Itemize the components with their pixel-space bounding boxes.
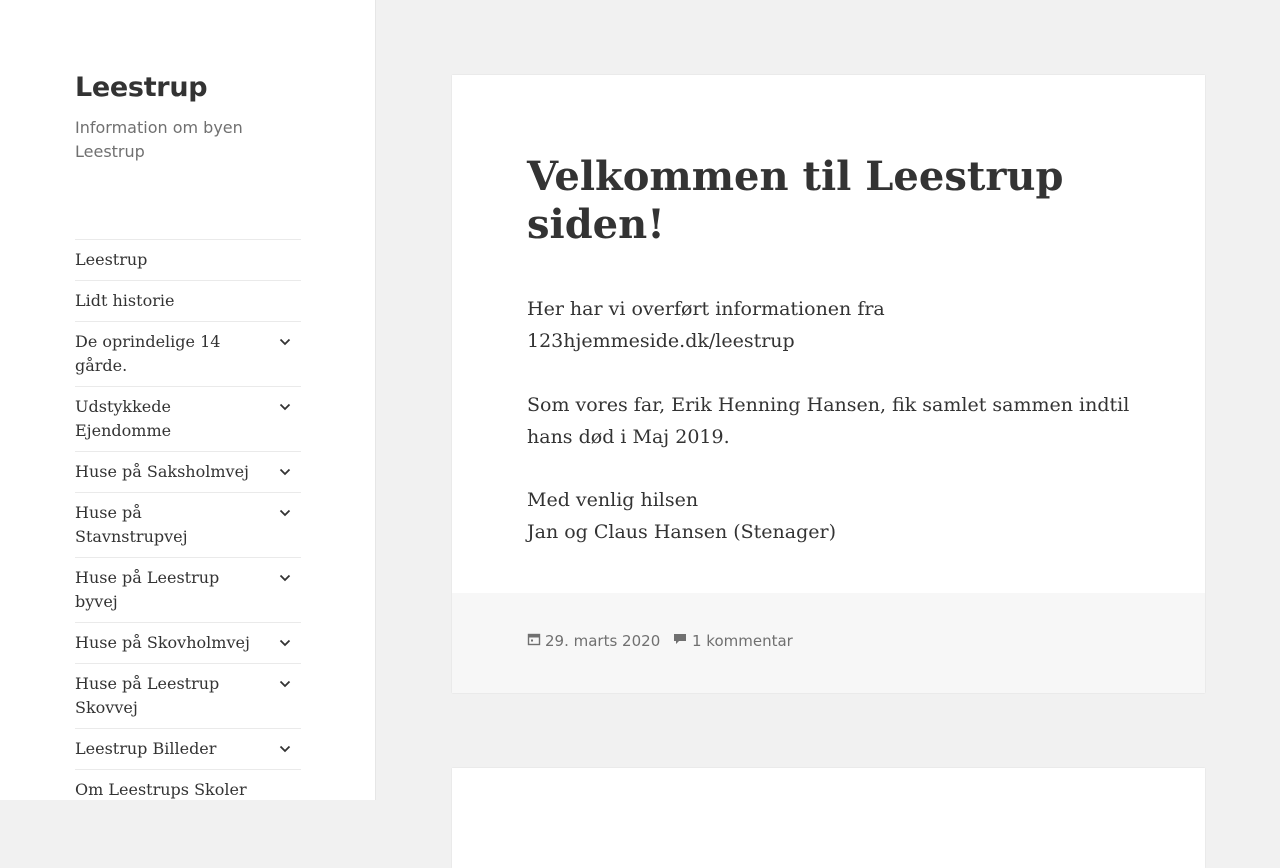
nav-item-label[interactable]: Om Leestrups Skoler xyxy=(75,778,301,800)
nav-item[interactable]: Udstykkede Ejendomme xyxy=(75,387,301,452)
nav-item-label[interactable]: Leestrup xyxy=(75,248,301,272)
chevron-down-icon[interactable] xyxy=(269,631,301,655)
chevron-down-icon[interactable] xyxy=(269,330,301,354)
site-title[interactable]: Leestrup xyxy=(75,72,208,103)
post-paragraph: Her har vi overført informationen fra 12… xyxy=(527,298,885,352)
next-post-card xyxy=(452,768,1205,868)
sidebar: Leestrup Information om byen Leestrup Le… xyxy=(0,0,376,800)
post-signature: Jan og Claus Hansen (Stenager) xyxy=(527,521,837,543)
nav-item-label[interactable]: De oprindelige 14 gårde. xyxy=(75,330,301,378)
chevron-down-icon[interactable] xyxy=(269,672,301,696)
nav-item[interactable]: Huse på Leestrup Skovvej xyxy=(75,664,301,729)
calendar-icon xyxy=(527,632,545,650)
nav-item[interactable]: Om Leestrups Skoler xyxy=(75,770,301,800)
nav-item-label[interactable]: Huse på Saksholmvej xyxy=(75,460,301,484)
main-content: Velkommen til Leestrup siden! Her har vi… xyxy=(376,0,1280,868)
post-comments-count: 1 kommentar xyxy=(692,632,793,650)
post-comments-link[interactable]: 1 kommentar xyxy=(672,632,793,650)
nav-item[interactable]: Leestrup xyxy=(75,240,301,281)
nav-item[interactable]: Huse på Saksholmvej xyxy=(75,452,301,493)
post-footer: 29. marts 2020 1 kommentar xyxy=(452,593,1205,693)
chevron-down-icon[interactable] xyxy=(269,501,301,525)
nav-item-label[interactable]: Huse på Leestrup Skovvej xyxy=(75,672,301,720)
comment-icon xyxy=(672,632,692,650)
nav-item[interactable]: Huse på Leestrup byvej xyxy=(75,558,301,623)
main-navigation: Leestrup Lidt historie De oprindelige 14 g… xyxy=(75,239,301,800)
post-date: 29. marts 2020 xyxy=(545,632,661,650)
nav-item[interactable]: Huse på Skovholmvej xyxy=(75,623,301,664)
nav-item-label[interactable]: Udstykkede Ejendomme xyxy=(75,395,301,443)
post-date-link[interactable]: 29. marts 2020 xyxy=(527,632,660,650)
nav-item[interactable]: Huse på Stavnstrupvej xyxy=(75,493,301,558)
post-paragraph: Som vores far, Erik Henning Hansen, fik … xyxy=(527,394,1130,448)
post-content: Her har vi overført informationen fra 12… xyxy=(527,293,1147,548)
nav-item-label[interactable]: Huse på Skovholmvej xyxy=(75,631,301,655)
post-title: Velkommen til Leestrup siden! xyxy=(527,153,1064,248)
nav-item[interactable]: Lidt historie xyxy=(75,281,301,322)
chevron-down-icon[interactable] xyxy=(269,395,301,419)
nav-item[interactable]: De oprindelige 14 gårde. xyxy=(75,322,301,387)
nav-item-label[interactable]: Huse på Leestrup byvej xyxy=(75,566,301,614)
site-description: Information om byen Leestrup xyxy=(75,118,243,161)
nav-item-label[interactable]: Leestrup Billeder xyxy=(75,737,301,761)
chevron-down-icon[interactable] xyxy=(269,737,301,761)
nav-item-label[interactable]: Huse på Stavnstrupvej xyxy=(75,501,301,549)
nav-item[interactable]: Leestrup Billeder xyxy=(75,729,301,770)
nav-item-label[interactable]: Lidt historie xyxy=(75,289,301,313)
chevron-down-icon[interactable] xyxy=(269,460,301,484)
chevron-down-icon[interactable] xyxy=(269,566,301,590)
post-card: Velkommen til Leestrup siden! Her har vi… xyxy=(452,75,1205,693)
post-greeting: Med venlig hilsen xyxy=(527,489,699,511)
